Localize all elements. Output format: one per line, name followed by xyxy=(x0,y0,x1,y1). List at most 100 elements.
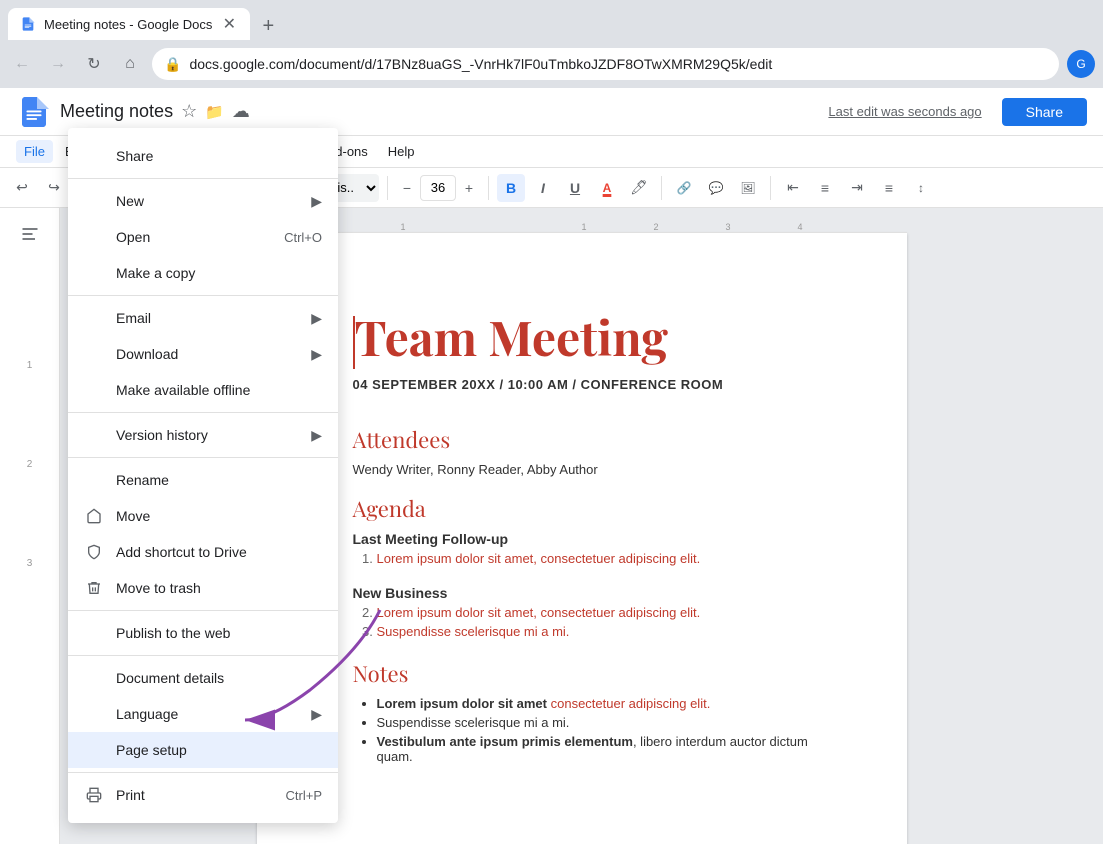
forward-button[interactable]: → xyxy=(44,50,72,78)
left-sidebar: 1 2 3 xyxy=(0,208,60,844)
print-icon xyxy=(84,785,104,805)
home-button[interactable]: ⌂ xyxy=(116,50,144,78)
font-color-button[interactable]: A xyxy=(593,174,621,202)
file-menu-language[interactable]: Language ▶ xyxy=(68,696,338,732)
address-bar[interactable]: 🔒 docs.google.com/document/d/17BNz8uaGS_… xyxy=(152,48,1059,80)
list-item: Lorem ipsum dolor sit amet, consectetuer… xyxy=(377,605,811,620)
tab-close-button[interactable]: ✕ xyxy=(220,15,238,33)
docs-favicon-icon xyxy=(20,16,36,32)
new-business-list: Lorem ipsum dolor sit amet, consectetuer… xyxy=(377,605,811,639)
redo-button[interactable]: ↪ xyxy=(40,174,68,202)
rename-icon xyxy=(84,470,104,490)
share-button[interactable]: Share xyxy=(1002,98,1087,126)
font-size-decrease-button[interactable]: − xyxy=(396,177,418,199)
align-left-button[interactable]: ⇤ xyxy=(779,174,807,202)
font-size-increase-button[interactable]: + xyxy=(458,177,480,199)
file-menu-move-trash[interactable]: Move to trash xyxy=(68,570,338,606)
share-icon xyxy=(84,146,104,166)
ruler-mark-3: 4 xyxy=(798,222,803,232)
file-menu-rename-label: Rename xyxy=(116,472,322,488)
page-setup-icon xyxy=(84,740,104,760)
menu-help[interactable]: Help xyxy=(380,140,423,163)
highlight-color-button[interactable]: 🖊 xyxy=(625,174,653,202)
file-dropdown-menu: Share New ▶ Open Ctrl+O Make a copy xyxy=(68,128,338,823)
back-button[interactable]: ← xyxy=(8,50,36,78)
toolbar-separator-3 xyxy=(387,176,388,200)
comment-button[interactable]: 💬 xyxy=(702,174,730,202)
file-menu-version-history-label: Version history xyxy=(116,427,311,443)
app-logo xyxy=(16,94,52,130)
undo-button[interactable]: ↩ xyxy=(8,174,36,202)
link-button[interactable]: 🔗 xyxy=(670,174,698,202)
new-business-item-2-link[interactable]: Suspendisse scelerisque mi a mi. xyxy=(377,624,570,639)
file-menu-copy-label: Make a copy xyxy=(116,265,322,281)
new-tab-button[interactable]: + xyxy=(254,12,282,40)
file-menu-open[interactable]: Open Ctrl+O xyxy=(68,219,338,255)
file-menu-page-setup-label: Page setup xyxy=(116,742,322,758)
bold-button[interactable]: B xyxy=(497,174,525,202)
agenda-heading: Agenda xyxy=(353,493,811,523)
refresh-button[interactable]: ↻ xyxy=(80,50,108,78)
trash-icon xyxy=(84,578,104,598)
file-menu-doc-details[interactable]: Document details xyxy=(68,660,338,696)
lock-icon: 🔒 xyxy=(164,56,181,73)
file-menu-move-trash-label: Move to trash xyxy=(116,580,322,596)
file-menu-new[interactable]: New ▶ xyxy=(68,183,338,219)
last-edit-text[interactable]: Last edit was seconds ago xyxy=(828,104,981,119)
new-business-item-1-link[interactable]: Lorem ipsum dolor sit amet, consectetuer… xyxy=(377,605,701,620)
language-arrow-icon: ▶ xyxy=(311,706,322,723)
open-icon xyxy=(84,227,104,247)
profile-avatar[interactable]: G xyxy=(1067,50,1095,78)
file-menu-move[interactable]: Move xyxy=(68,498,338,534)
new-icon xyxy=(84,191,104,211)
file-menu-print[interactable]: Print Ctrl+P xyxy=(68,777,338,813)
underline-button[interactable]: U xyxy=(561,174,589,202)
active-tab[interactable]: Meeting notes - Google Docs ✕ xyxy=(8,8,250,40)
menu-file[interactable]: File xyxy=(16,140,53,163)
download-arrow-icon: ▶ xyxy=(311,346,322,363)
notes-list: Lorem ipsum dolor sit amet consectetuer … xyxy=(377,696,811,764)
file-menu-version-history[interactable]: Version history ▶ xyxy=(68,417,338,453)
offline-icon xyxy=(84,380,104,400)
font-size-input[interactable]: 36 xyxy=(420,175,456,201)
star-icon[interactable]: ☆ xyxy=(181,101,197,122)
version-history-icon xyxy=(84,425,104,445)
align-justify-button[interactable]: ≡ xyxy=(875,174,903,202)
file-menu-email-label: Email xyxy=(116,310,311,326)
cloud-icon[interactable]: ☁ xyxy=(232,101,250,122)
file-menu-new-label: New xyxy=(116,193,311,209)
file-menu-open-shortcut: Ctrl+O xyxy=(284,230,322,245)
file-menu-publish[interactable]: Publish to the web xyxy=(68,615,338,651)
document-page: Team Meeting 04 SEPTEMBER 20XX / 10:00 A… xyxy=(257,233,907,844)
file-menu-offline[interactable]: Make available offline xyxy=(68,372,338,408)
line-spacing-button[interactable]: ↕ xyxy=(907,174,935,202)
attendees-content: Wendy Writer, Ronny Reader, Abby Author xyxy=(353,462,811,477)
ruler-mark-neg1: 1 xyxy=(401,222,406,232)
copy-icon xyxy=(84,263,104,283)
file-menu-move-label: Move xyxy=(116,508,322,524)
ruler-mark-0: 1 xyxy=(582,222,587,232)
file-menu-rename[interactable]: Rename xyxy=(68,462,338,498)
email-icon xyxy=(84,308,104,328)
file-menu-share[interactable]: Share xyxy=(68,138,338,174)
outline-toggle-button[interactable] xyxy=(12,216,48,252)
file-menu-email[interactable]: Email ▶ xyxy=(68,300,338,336)
ruler: 1 1 2 3 4 xyxy=(257,232,907,233)
file-menu-share-label: Share xyxy=(116,148,322,164)
image-button[interactable]: 🖼 xyxy=(734,174,762,202)
file-menu-copy[interactable]: Make a copy xyxy=(68,255,338,291)
file-menu-page-setup[interactable]: Page setup xyxy=(68,732,338,768)
page-number-1: 1 xyxy=(23,356,37,375)
toolbar-separator-4 xyxy=(488,176,489,200)
folder-icon[interactable]: 📁 xyxy=(205,103,224,121)
italic-button[interactable]: I xyxy=(529,174,557,202)
notes-item-1-link[interactable]: consectetuer adipiscing elit. xyxy=(551,696,711,711)
file-menu-download[interactable]: Download ▶ xyxy=(68,336,338,372)
align-right-button[interactable]: ⇥ xyxy=(843,174,871,202)
new-business-heading: New Business xyxy=(353,585,811,601)
align-center-button[interactable]: ≡ xyxy=(811,174,839,202)
list-item-link[interactable]: Lorem ipsum dolor sit amet, consectetuer… xyxy=(377,551,701,566)
document-title[interactable]: Meeting notes xyxy=(60,101,173,122)
file-menu-add-shortcut[interactable]: Add shortcut to Drive xyxy=(68,534,338,570)
notes-item-1: Lorem ipsum dolor sit amet consectetuer … xyxy=(377,696,811,711)
